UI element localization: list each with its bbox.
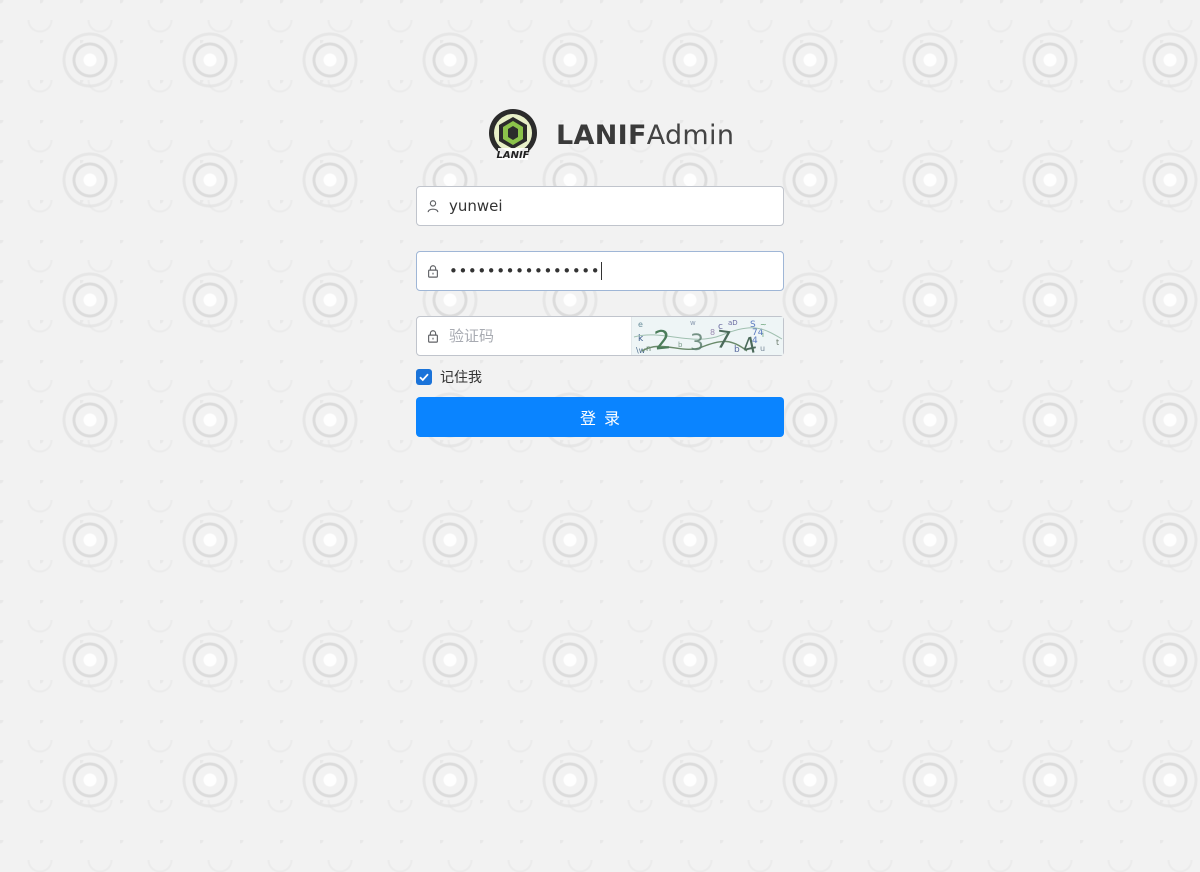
remember-me[interactable]: 记住我 — [416, 368, 482, 386]
brand-name: LANIFAdmin — [556, 120, 734, 151]
svg-text:e: e — [638, 320, 643, 329]
brand-name-bold: LANIF — [556, 119, 647, 151]
username-field[interactable] — [416, 186, 784, 226]
remember-label: 记住我 — [440, 370, 482, 386]
svg-text:3: 3 — [690, 331, 704, 355]
svg-text:~: ~ — [760, 320, 767, 329]
password-field[interactable]: •••••••••••••••• — [416, 251, 784, 291]
svg-text:w: w — [690, 319, 696, 327]
svg-text:LANIF: LANIF — [496, 150, 529, 161]
password-masked-value: •••••••••••••••• — [449, 262, 601, 280]
svg-text:b: b — [734, 345, 740, 355]
svg-text:u: u — [760, 344, 765, 353]
user-icon — [417, 187, 449, 225]
check-icon — [419, 373, 429, 382]
lanif-logo-icon: LANIF — [489, 109, 537, 161]
svg-text:t: t — [776, 338, 779, 347]
username-input[interactable] — [449, 187, 783, 225]
password-input[interactable]: •••••••••••••••• — [449, 252, 603, 290]
lock-icon — [417, 252, 449, 290]
text-caret — [601, 262, 603, 280]
captcha-image[interactable]: e k n \w w 8 c aD S 74 4 ~ i t b u b 2 3… — [631, 317, 783, 355]
svg-text:i: i — [762, 331, 764, 339]
svg-text:8: 8 — [710, 328, 715, 337]
svg-text:7: 7 — [714, 325, 733, 355]
brand-name-light: Admin — [646, 119, 735, 151]
remember-checkbox[interactable] — [416, 369, 432, 385]
captcha-field[interactable]: e k n \w w 8 c aD S 74 4 ~ i t b u b 2 3… — [416, 316, 784, 356]
lock-icon — [417, 317, 449, 355]
svg-text:2: 2 — [653, 325, 673, 355]
brand-header: LANIF LANIFAdmin — [486, 108, 734, 162]
login-button[interactable]: 登录 — [416, 397, 784, 437]
